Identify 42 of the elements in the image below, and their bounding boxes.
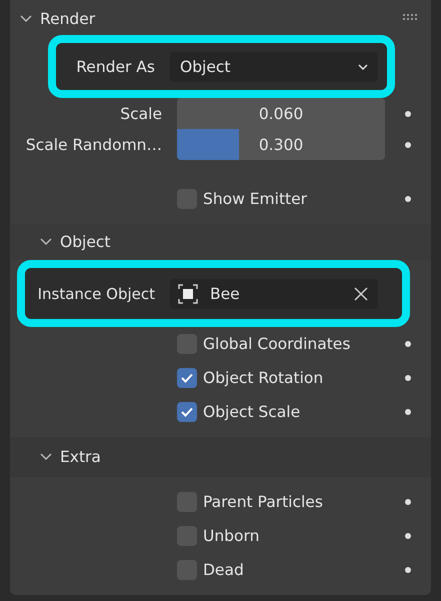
checkbox[interactable] [177, 334, 197, 354]
checkbox[interactable] [177, 492, 197, 512]
caret-icon [358, 64, 368, 70]
instance-object-field[interactable]: Bee [170, 278, 378, 308]
number-field[interactable]: 0.060 [177, 98, 385, 129]
checkbox-label: Global Coordinates [203, 335, 350, 353]
keyframe-dot[interactable] [405, 533, 411, 539]
keyframe-dot[interactable] [405, 375, 411, 381]
checkbox[interactable] [177, 560, 197, 580]
checkmark-icon [181, 407, 193, 417]
keyframe-dot[interactable] [405, 409, 411, 415]
keyframe-dot[interactable] [405, 142, 411, 148]
field-label: Scale Randomn… [24, 136, 163, 154]
field-label: Render As [75, 58, 156, 76]
keyframe-dot[interactable] [405, 567, 411, 573]
checkbox-label: Unborn [203, 527, 260, 545]
checkmark-icon [181, 373, 193, 383]
factor-slider[interactable]: 0.300 [177, 129, 385, 160]
field-label: Scale [119, 104, 163, 122]
render-as-dropdown[interactable]: Object [170, 52, 378, 82]
checkbox-label: Object Rotation [203, 369, 324, 387]
checkbox-label: Parent Particles [203, 493, 323, 511]
checkbox[interactable] [177, 189, 197, 209]
keyframe-dot[interactable] [405, 196, 411, 202]
object-icon [178, 284, 198, 304]
field-label: Instance Object [36, 284, 156, 302]
checkbox-label: Dead [203, 561, 244, 579]
subpanel-title: Object [60, 233, 112, 251]
checkbox[interactable] [177, 526, 197, 546]
panel-header[interactable]: Render [10, 0, 431, 38]
drag-handle-icon[interactable] [403, 14, 419, 20]
checkbox-label: Object Scale [203, 403, 300, 421]
checkbox-label: Show Emitter [203, 190, 308, 208]
keyframe-dot[interactable] [405, 499, 411, 505]
panel-title: Render [40, 10, 96, 28]
subpanel-header[interactable]: Extra [10, 437, 431, 477]
close-icon[interactable] [354, 286, 368, 300]
keyframe-dot[interactable] [405, 341, 411, 347]
keyframe-dot[interactable] [405, 110, 411, 116]
subpanel-title: Extra [60, 448, 102, 466]
checkbox[interactable] [177, 402, 197, 422]
checkbox[interactable] [177, 368, 197, 388]
